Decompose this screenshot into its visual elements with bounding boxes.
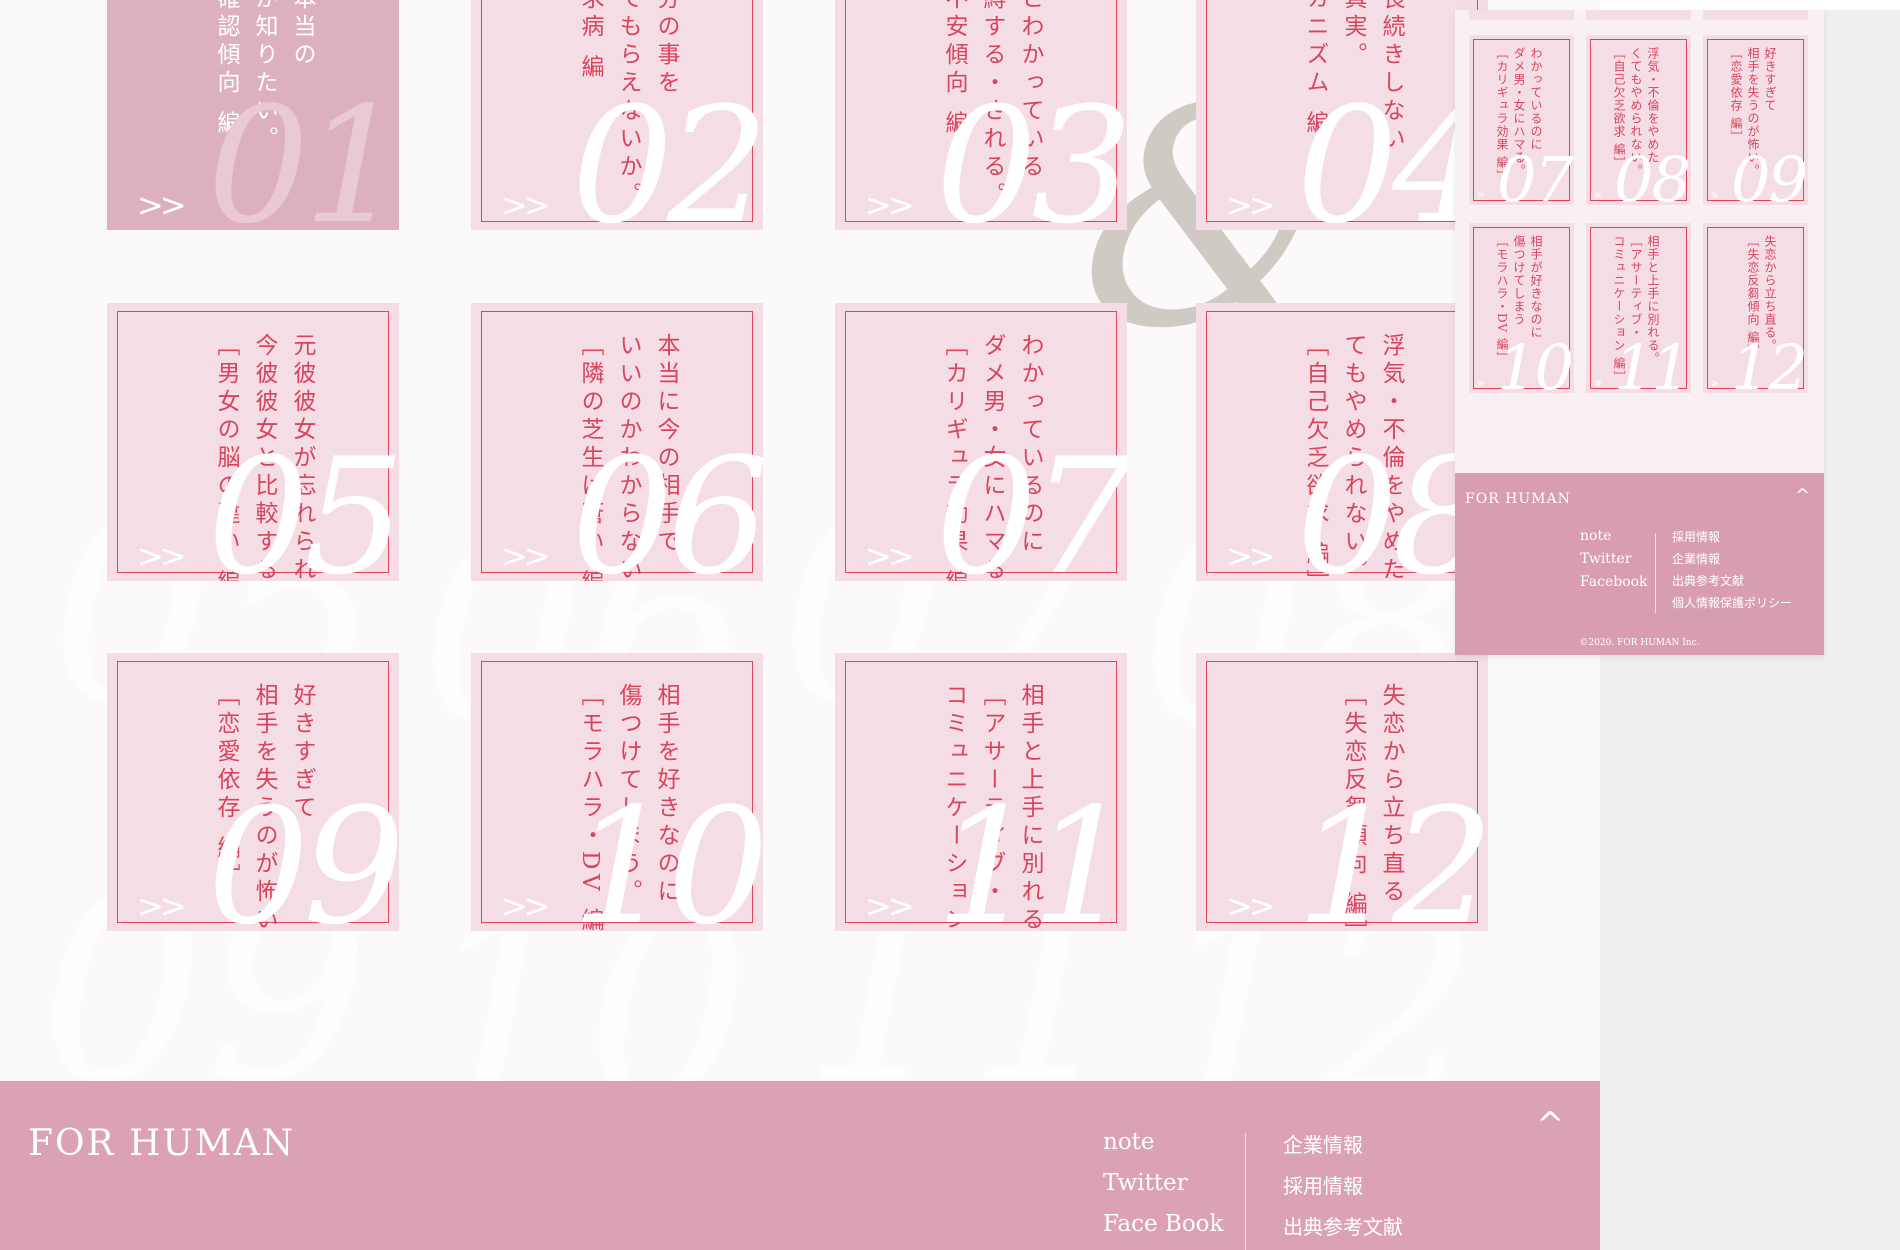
mini-link-privacy[interactable]: 個人情報保護ポリシー (1672, 594, 1792, 616)
card-10[interactable]: 相手を好きなのに 傷つけてしまう。 ［モラハラ・DV 編］ 10 >> (471, 653, 763, 931)
card-number: 02 (571, 72, 763, 231)
footer-link-facebook[interactable]: Face Book (1103, 1211, 1223, 1250)
footer-divider (1245, 1133, 1246, 1250)
arrow-icon: >> (137, 887, 187, 925)
mini-link-recruit[interactable]: 採用情報 (1672, 528, 1792, 550)
card-number: 05 (207, 423, 399, 582)
site-footer: FOR HUMAN ^ note Twitter Face Book 企業情報 … (0, 1081, 1600, 1250)
arrow-icon: >> (501, 887, 551, 925)
arrow-icon: » (1711, 376, 1719, 391)
card-04[interactable]: 際が長続きしない 撃の真実。 愛メカニズム 編 04 >> (1196, 0, 1488, 230)
chevron-up-icon[interactable]: ^ (1795, 485, 1810, 506)
arrow-icon: >> (865, 537, 915, 575)
card-06[interactable]: 本当に今の相手で いいのかわからない。 ［隣の芝生は蒼い 編］ 06 >> (471, 303, 763, 581)
footer-link-recruit[interactable]: 採用情報 (1283, 1170, 1403, 1211)
arrow-icon: » (1477, 188, 1485, 203)
mini-link-facebook[interactable]: Facebook (1580, 574, 1648, 597)
main-page: 05 06 07 08 09 10 11 12 & 手の本当の モチが知りたい。… (0, 0, 1600, 1250)
mini-footer-social-links: note Twitter Facebook (1580, 528, 1648, 597)
card-01[interactable]: 手の本当の モチが知りたい。 の再確認傾向 編 01 >> (107, 0, 399, 230)
footer-brand-logo[interactable]: FOR HUMAN (28, 1123, 295, 1164)
arrow-icon: » (1594, 376, 1602, 391)
card-number: 11 (935, 773, 1127, 932)
mini-card-10[interactable]: 相手が好きなのに 傷つけてしまう ［モラハラ・DV 編］ 10 » (1469, 223, 1574, 399)
mini-footer-info-links: 採用情報 企業情報 出典参考文献 個人情報保護ポリシー (1672, 528, 1792, 616)
arrow-icon: >> (865, 186, 915, 224)
mini-card-09[interactable]: 好きすぎて 相手を失うのが怖い。 ［恋愛依存 編］ 09 » (1703, 35, 1808, 211)
card-number: 10 (1497, 331, 1574, 404)
arrow-icon: » (1594, 188, 1602, 203)
arrow-icon: >> (1226, 186, 1276, 224)
card-12[interactable]: 失恋から立ち直る。 ［失恋反芻傾向 編］ 12 >> (1196, 653, 1488, 931)
card-03[interactable]: メだとわかっている に束縛する・される。 存・不安傾向 編 03 >> (835, 0, 1127, 230)
arrow-icon: >> (501, 537, 551, 575)
card-number: 07 (1497, 143, 1574, 216)
card-05[interactable]: 元彼彼女が忘れられず 今彼彼女と比較する。 ［男女の脳の違い 編］ 05 >> (107, 303, 399, 581)
card-number: 08 (1614, 143, 1691, 216)
mini-footer: FOR HUMAN ^ note Twitter Facebook 採用情報 企… (1455, 473, 1824, 655)
arrow-icon: >> (865, 887, 915, 925)
mini-card-07[interactable]: わかっているのに ダメ男・女にハマる。 ［カリギュラ効果 編］ 07 » (1469, 35, 1574, 211)
mini-link-references[interactable]: 出典参考文献 (1672, 572, 1792, 594)
footer-link-note[interactable]: note (1103, 1129, 1223, 1170)
arrow-icon: » (1477, 376, 1485, 391)
card-number: 09 (207, 773, 399, 932)
mini-footer-brand[interactable]: FOR HUMAN (1465, 491, 1571, 507)
footer-social-links: note Twitter Face Book (1103, 1129, 1223, 1250)
arrow-icon: >> (137, 537, 187, 575)
card-number: 11 (1614, 331, 1691, 404)
mini-card-stub (1586, 10, 1691, 20)
footer-link-company[interactable]: 企業情報 (1283, 1129, 1403, 1170)
card-number: 01 (207, 72, 399, 231)
card-number: 12 (1296, 773, 1488, 932)
mini-link-company[interactable]: 企業情報 (1672, 550, 1792, 572)
mini-card-12[interactable]: 失恋から立ち直る。 ［失恋反芻傾向 編］ 12 » (1703, 223, 1808, 399)
mini-footer-divider (1655, 533, 1656, 613)
card-02[interactable]: せ自分の事を かってもらえないか。 認欲求病 編 02 >> (471, 0, 763, 230)
mini-card-stub (1469, 10, 1574, 20)
mini-link-twitter[interactable]: Twitter (1580, 551, 1648, 574)
card-number: 09 (1731, 143, 1808, 216)
mini-card-11[interactable]: 相手と上手に別れる。 ［アサーティブ・ コミュニケーション 編］ 11 » (1586, 223, 1691, 399)
mini-link-note[interactable]: note (1580, 528, 1648, 551)
card-09[interactable]: 好きすぎて 相手を失うのが怖い。 ［恋愛依存 編］ 09 >> (107, 653, 399, 931)
card-number: 03 (935, 72, 1127, 231)
card-number: 06 (571, 423, 763, 582)
mini-card-stub (1703, 10, 1808, 20)
arrow-icon: >> (1226, 537, 1276, 575)
arrow-icon: >> (501, 186, 551, 224)
card-07[interactable]: わかっているのに ダメ男・女にハマる。 ［カリギュラ効果 編］ 07 >> (835, 303, 1127, 581)
mini-page-preview: わかっているのに ダメ男・女にハマる。 ［カリギュラ効果 編］ 07 » 浮気・… (1455, 10, 1824, 655)
card-number: 07 (935, 423, 1127, 582)
card-number: 12 (1731, 331, 1808, 404)
mini-copyright: ©2020. FOR HUMAN Inc. (1579, 638, 1700, 648)
arrow-icon: » (1711, 188, 1719, 203)
chevron-up-icon[interactable]: ^ (1536, 1105, 1565, 1145)
footer-info-links: 企業情報 採用情報 出典参考文献 (1283, 1129, 1403, 1250)
card-08[interactable]: 浮気・不倫をやめたく てもやめられない。 ［自己欠乏欲求 編］ 08 >> (1196, 303, 1488, 581)
mini-card-08[interactable]: 浮気・不倫をやめた くてもやめられない。 ［自己欠乏欲求 編］ 08 » (1586, 35, 1691, 211)
arrow-icon: >> (1226, 887, 1276, 925)
card-number: 10 (571, 773, 763, 932)
footer-link-twitter[interactable]: Twitter (1103, 1170, 1223, 1211)
arrow-icon: >> (137, 186, 187, 224)
card-11[interactable]: 相手と上手に別れる。 ［アサーティブ・ コミュニケーション 編］ 11 >> (835, 653, 1127, 931)
footer-link-references[interactable]: 出典参考文献 (1283, 1211, 1403, 1250)
